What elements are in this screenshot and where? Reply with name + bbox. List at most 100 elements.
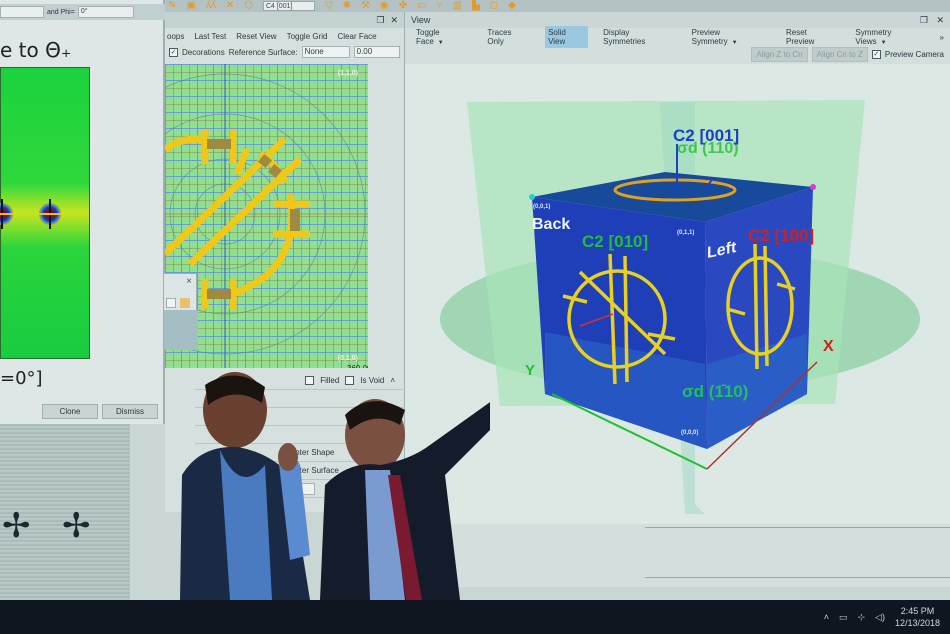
- c2-001-label: C2 [001]: [673, 126, 740, 145]
- loops-button[interactable]: oops: [167, 32, 184, 41]
- chevron-up-icon[interactable]: ˄: [824, 612, 829, 622]
- volume-icon[interactable]: ◁): [875, 612, 885, 623]
- corner-label: (0,0,0): [681, 430, 699, 436]
- solid-view-button[interactable]: Solid View: [545, 26, 589, 48]
- presenters-photo: [180, 372, 490, 600]
- save-icon[interactable]: ▣: [186, 0, 195, 12]
- symmetry-select[interactable]: C4 [001]: [262, 1, 315, 11]
- trace-arc: [165, 135, 206, 152]
- c2-100-label: C2 [100]: [748, 226, 815, 245]
- down-arrow-icon[interactable]: ▽: [325, 0, 333, 12]
- align-cn-to-z-button[interactable]: Align Cn to Z: [811, 46, 868, 62]
- last-test-button[interactable]: Last Test: [194, 32, 226, 41]
- divider: [645, 527, 950, 528]
- mini-dialog-body: [164, 310, 198, 350]
- phi-select[interactable]: 0°: [77, 6, 134, 18]
- tool-icon[interactable]: ⚒: [361, 0, 370, 12]
- field-heatmap: [0, 67, 90, 359]
- diamond-icon[interactable]: ◆: [508, 0, 516, 12]
- theta-select[interactable]: [0, 6, 44, 18]
- stats-icon[interactable]: ▥: [453, 0, 462, 12]
- y-axis-label: Y: [525, 362, 536, 379]
- corner-label: (0,1,1): [677, 230, 695, 236]
- reset-preview-button[interactable]: Reset Preview: [783, 26, 840, 48]
- cube-vertex-marker: [810, 184, 816, 190]
- color-swatch[interactable]: [166, 298, 176, 308]
- palette-icon[interactable]: [180, 298, 190, 308]
- close-icon[interactable]: ×: [186, 276, 192, 287]
- preview-camera-checkbox[interactable]: ✓: [871, 49, 881, 59]
- mini-dialog: ×: [163, 273, 198, 350]
- cube-icon[interactable]: ⬡: [244, 0, 253, 12]
- undock-icon[interactable]: ❐: [376, 15, 384, 26]
- pattern-cross-icon: ✢: [2, 506, 31, 546]
- clock-date: 12/13/2018: [894, 618, 940, 628]
- toggle-face-button[interactable]: Toggle Face ▼: [413, 26, 472, 48]
- plot-title: e to Θ₊: [0, 38, 72, 62]
- network-icon[interactable]: ⊹: [857, 612, 865, 623]
- display-symmetries-button[interactable]: Display Symmetries: [600, 26, 676, 48]
- people-icon[interactable]: ʎʎ: [206, 0, 216, 12]
- cube-vertex-marker: [529, 194, 535, 200]
- symmetry-views-button[interactable]: Symmetry Views ▼: [852, 26, 927, 48]
- bars-icon[interactable]: ▙: [472, 0, 480, 12]
- phi-label: and Phi=: [47, 8, 75, 16]
- clone-button[interactable]: Clone: [42, 404, 98, 419]
- tree-icon[interactable]: ⑂: [437, 0, 443, 12]
- back-face-label: Back: [532, 216, 571, 233]
- shapes-icon[interactable]: ✕: [226, 0, 234, 12]
- sigma-d-1bar10-label: σd (1̄10): [682, 382, 749, 401]
- align-z-to-cn-button[interactable]: Align Z to Cn: [751, 46, 808, 62]
- battery-icon[interactable]: ▭: [839, 612, 848, 623]
- reset-view-button[interactable]: Reset View: [236, 32, 276, 41]
- toggle-grid-button[interactable]: Toggle Grid: [287, 32, 328, 41]
- decorations-checkbox[interactable]: ✓: [169, 47, 178, 57]
- taskbar: ˄ ▭ ⊹ ◁) 2:45 PM 12/13/2018: [0, 600, 950, 634]
- main-icon-toolbar: ✎ ▣ ʎʎ ✕ ⬡ C4 [001] ▽ ✺ ⚒ ◉ ✤ ▭ ⑂ ▥ ▙ ◻ …: [160, 0, 950, 12]
- preview-camera-label: Preview Camera: [884, 49, 944, 59]
- reference-surface-label: Reference Surface:: [228, 47, 298, 57]
- drawing-toolbar: oops Last Test Reset View Toggle Grid Cl…: [165, 28, 404, 44]
- traces-only-button[interactable]: Traces Only: [484, 26, 533, 48]
- reference-surface-select[interactable]: None: [301, 46, 350, 58]
- plot-options-bar: and Phi= 0°: [0, 4, 165, 20]
- view-toolbar: Toggle Face ▼ Traces Only Solid View Disp…: [405, 26, 950, 48]
- globe-icon[interactable]: ◉: [380, 0, 389, 12]
- undock-icon[interactable]: ❐: [920, 15, 928, 25]
- result-plot-window: and Phi= 0° e to Θ₊ =0°] Clone Dismiss: [0, 0, 165, 424]
- atom-icon[interactable]: ✺: [343, 0, 351, 12]
- offset-spinbox[interactable]: 0.00: [353, 46, 400, 58]
- layout-icon[interactable]: ▭: [417, 0, 426, 12]
- projected-screen: ✎ ▣ ʎʎ ✕ ⬡ C4 [001] ▽ ✺ ⚒ ◉ ✤ ▭ ⑂ ▥ ▙ ◻ …: [0, 0, 950, 600]
- square-icon[interactable]: ◻: [490, 0, 498, 12]
- close-icon[interactable]: ✕: [390, 15, 398, 26]
- dropdown-caret-icon: ▼: [437, 40, 444, 46]
- x-axis-label: X: [823, 338, 834, 355]
- overflow-icon[interactable]: »: [940, 33, 944, 42]
- scatterer-blob: [39, 199, 61, 229]
- close-icon[interactable]: ✕: [936, 15, 944, 25]
- clock[interactable]: 2:45 PM 12/13/2018: [895, 605, 940, 629]
- divider: [645, 577, 950, 578]
- system-tray: ˄ ▭ ⊹ ◁) 2:45 PM 12/13/2018: [824, 600, 940, 634]
- z-axis-label: Z: [705, 175, 715, 192]
- c2-010-label: C2 [010]: [582, 232, 649, 251]
- preview-symmetry-button[interactable]: Preview Symmetry ▼: [689, 26, 771, 48]
- view-title: View: [411, 15, 431, 25]
- trace-stubs: [207, 139, 300, 299]
- pattern-preview: ✢ ✢: [0, 424, 130, 600]
- dropdown-caret-icon: ▼: [880, 40, 887, 46]
- trace-line: [233, 147, 251, 176]
- dropdown-caret-icon: ▼: [731, 40, 738, 46]
- corner-label: (0,0,1): [533, 204, 551, 210]
- view-toolbar-secondary: Align Z to Cn Align Cn to Z ✓ Preview Ca…: [405, 46, 950, 62]
- decorations-label: Decorations: [182, 47, 225, 57]
- wrench-icon[interactable]: ✎: [168, 0, 176, 12]
- scatterer-blob: [0, 199, 13, 229]
- pattern-cross-icon: ✢: [62, 506, 91, 546]
- corner-label-bottom-right: (0,1,0): [337, 355, 358, 362]
- drawing-panel-titlebar: ❐ ✕: [165, 12, 404, 28]
- clear-face-button[interactable]: Clear Face: [337, 32, 376, 41]
- dismiss-button[interactable]: Dismiss: [102, 404, 158, 419]
- puzzle-icon[interactable]: ✤: [399, 0, 407, 12]
